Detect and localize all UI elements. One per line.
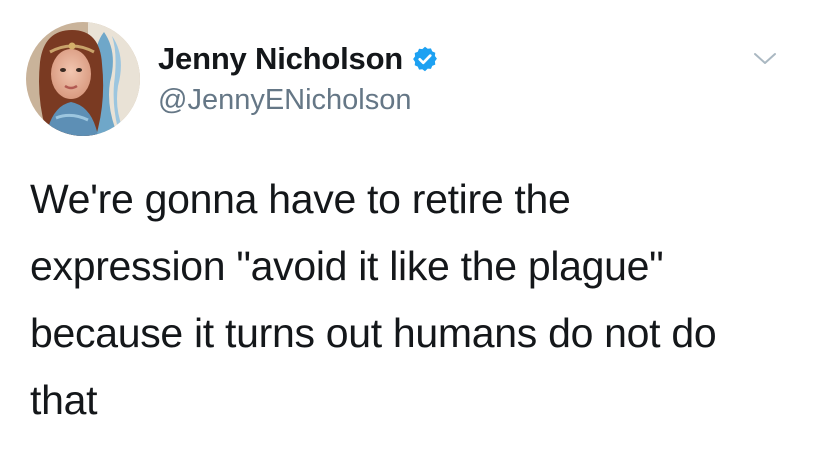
tweet-text-line: that xyxy=(30,377,98,423)
tweet-text-line: because it turns out humans do not do xyxy=(30,310,717,356)
avatar-image xyxy=(26,22,140,136)
tweet-text-line: expression "avoid it like the plague" xyxy=(30,243,664,289)
display-name[interactable]: Jenny Nicholson xyxy=(158,41,403,77)
avatar[interactable] xyxy=(26,22,140,136)
user-handle[interactable]: @JennyENicholson xyxy=(158,84,439,117)
tweet-card: Jenny Nicholson @JennyENicholson We're g… xyxy=(0,0,816,455)
tweet-text-line: We're gonna have to retire the xyxy=(30,176,571,222)
name-row: Jenny Nicholson xyxy=(158,40,439,78)
verified-badge-icon xyxy=(411,45,439,73)
tweet-text: We're gonna have to retire the expressio… xyxy=(30,166,790,434)
chevron-down-icon[interactable] xyxy=(752,50,778,68)
tweet-header: Jenny Nicholson @JennyENicholson xyxy=(158,40,439,117)
